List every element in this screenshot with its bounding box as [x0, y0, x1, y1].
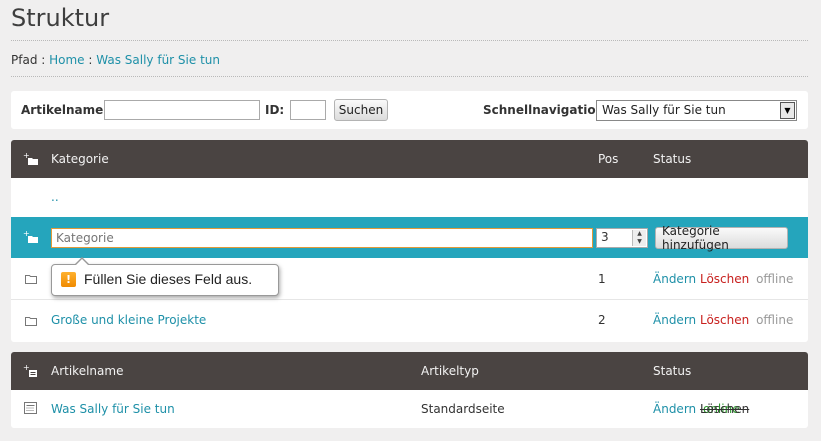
- parent-category-link[interactable]: ..: [51, 190, 59, 204]
- parent-category-row: ..: [11, 178, 808, 218]
- warning-icon: !: [61, 272, 76, 287]
- category-name-input[interactable]: [51, 228, 593, 248]
- breadcrumb-home-link[interactable]: Home: [49, 53, 84, 67]
- delete-link[interactable]: Löschen: [700, 313, 749, 327]
- title-divider: [11, 40, 808, 41]
- id-label: ID:: [265, 103, 285, 117]
- category-table: + Kategorie Pos Status .. + 3 ▲▼ Kategor…: [11, 140, 808, 342]
- svg-text:+: +: [23, 364, 30, 372]
- folder-icon: [25, 317, 37, 326]
- delete-disabled: Löschen: [699, 402, 750, 416]
- folder-icon: [25, 275, 37, 284]
- folder-plus-icon: +: [23, 230, 38, 243]
- edit-link[interactable]: Ändern: [653, 313, 696, 327]
- breadcrumb-separator: :: [88, 53, 93, 67]
- breadcrumb-label: Pfad :: [11, 53, 46, 67]
- page-title: Struktur: [11, 4, 110, 32]
- category-table-header: + Kategorie Pos Status: [11, 140, 808, 178]
- status-offline-link[interactable]: offline: [756, 313, 793, 327]
- col-article-type: Artikeltyp: [421, 364, 479, 378]
- breadcrumb-divider: [11, 76, 808, 77]
- col-article-name: Artikelname: [51, 364, 124, 378]
- id-input[interactable]: [290, 100, 326, 120]
- category-pos: 2: [598, 313, 606, 327]
- validation-tooltip: ! Füllen Sie dieses Feld aus.: [51, 257, 279, 296]
- edit-link[interactable]: Ändern: [653, 272, 696, 286]
- status-offline-link[interactable]: offline: [756, 272, 793, 286]
- col-pos: Pos: [598, 152, 619, 166]
- validation-message: Füllen Sie dieses Feld aus.: [84, 271, 253, 287]
- quicknav-select[interactable]: Was Sally für Sie tun ▼: [596, 100, 797, 121]
- article-row: Was Sally für Sie tun Standardseite Ände…: [11, 390, 808, 428]
- article-type: Standardseite: [421, 402, 505, 416]
- chevron-down-icon[interactable]: ▼: [780, 102, 795, 119]
- col-status: Status: [653, 152, 692, 166]
- position-stepper[interactable]: 3 ▲ ▼: [596, 228, 648, 248]
- col-category: Kategorie: [51, 152, 109, 166]
- quicknav-label: Schnellnavigation: [483, 103, 605, 117]
- page-plus-icon[interactable]: +: [23, 364, 39, 378]
- article-name-input[interactable]: [104, 100, 260, 120]
- article-table-header: + Artikelname Artikeltyp Status: [11, 352, 808, 390]
- breadcrumb-current-link[interactable]: Was Sally für Sie tun: [96, 53, 220, 67]
- category-pos: 1: [598, 272, 606, 286]
- col-article-status: Status: [653, 364, 692, 378]
- quicknav-selected-value: Was Sally für Sie tun: [602, 103, 726, 117]
- add-category-row: + 3 ▲▼ Kategorie hinzufügen: [11, 217, 808, 258]
- stepper-arrows-icon[interactable]: ▲ ▼: [632, 230, 646, 246]
- add-category-button[interactable]: Kategorie hinzufügen: [655, 224, 788, 252]
- tooltip-tail-inner: [75, 259, 89, 266]
- position-stepper-value: 3: [601, 230, 609, 244]
- page-icon: [24, 402, 37, 414]
- category-row: Große und kleine Projekte 2 Ändern Lösch…: [11, 299, 808, 342]
- edit-link[interactable]: Ändern: [653, 402, 696, 416]
- breadcrumb: Pfad : Home : Was Sally für Sie tun: [11, 53, 220, 67]
- article-link[interactable]: Was Sally für Sie tun: [51, 402, 175, 416]
- article-name-label: Artikelname:: [21, 103, 109, 117]
- folder-plus-icon[interactable]: +: [23, 152, 39, 166]
- delete-link[interactable]: Löschen: [700, 272, 749, 286]
- search-button[interactable]: Suchen: [334, 99, 388, 121]
- search-panel: Artikelname: ID: Suchen Schnellnavigatio…: [11, 91, 808, 129]
- article-table: + Artikelname Artikeltyp Status Was Sall…: [11, 352, 808, 428]
- category-link[interactable]: Große und kleine Projekte: [51, 313, 206, 327]
